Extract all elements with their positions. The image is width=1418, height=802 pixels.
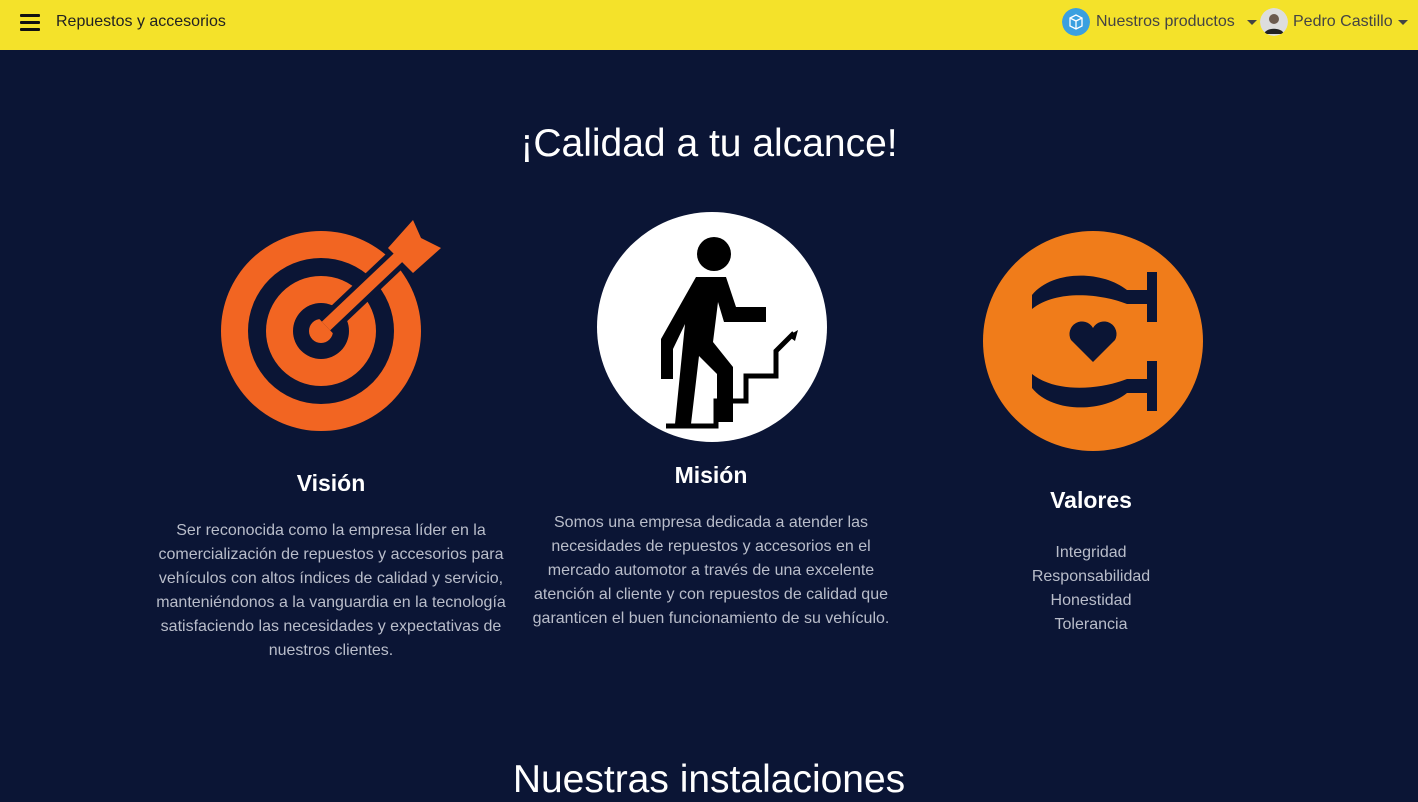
hero-title: ¡Calidad a tu alcance! xyxy=(520,122,898,165)
box-icon xyxy=(1062,8,1090,36)
vision-text: Ser reconocida como la empresa líder en … xyxy=(156,522,506,659)
valor-item: Honestidad xyxy=(1050,592,1132,609)
menu-icon[interactable] xyxy=(20,14,40,32)
brand-title[interactable]: Repuestos y accesorios xyxy=(56,13,226,31)
valor-item: Responsabilidad xyxy=(1031,568,1151,585)
user-dropdown[interactable]: Pedro Castillo xyxy=(1260,8,1408,36)
mision-text: Somos una empresa dedicada a atender las… xyxy=(532,514,890,627)
valor-item: Integridad xyxy=(1055,544,1127,561)
mision-title: Misión xyxy=(674,462,748,488)
section-title-instalaciones: Nuestras instalaciones xyxy=(512,758,906,801)
mision-section: Misión Somos una empresa dedicada a aten… xyxy=(531,462,891,631)
caret-down-icon xyxy=(1246,19,1257,25)
valor-item: Tolerancia xyxy=(1054,616,1128,633)
target-icon xyxy=(221,220,441,431)
user-name: Pedro Castillo xyxy=(1293,13,1393,30)
avatar xyxy=(1260,8,1288,36)
products-dropdown[interactable]: Nuestros productos xyxy=(1062,8,1257,36)
valores-title: Valores xyxy=(1050,487,1132,513)
vision-title: Visión xyxy=(296,470,366,496)
vision-section: Visión Ser reconocida como la empresa lí… xyxy=(151,470,511,663)
products-label: Nuestros productos xyxy=(1096,13,1235,30)
navbar: Repuestos y accesorios Nuestros producto… xyxy=(0,0,1418,50)
hands-heart-icon xyxy=(983,231,1203,451)
valores-section: Valores Integridad Responsabilidad Hones… xyxy=(911,487,1271,637)
climbing-person-icon xyxy=(597,212,827,442)
caret-down-icon xyxy=(1397,19,1408,25)
